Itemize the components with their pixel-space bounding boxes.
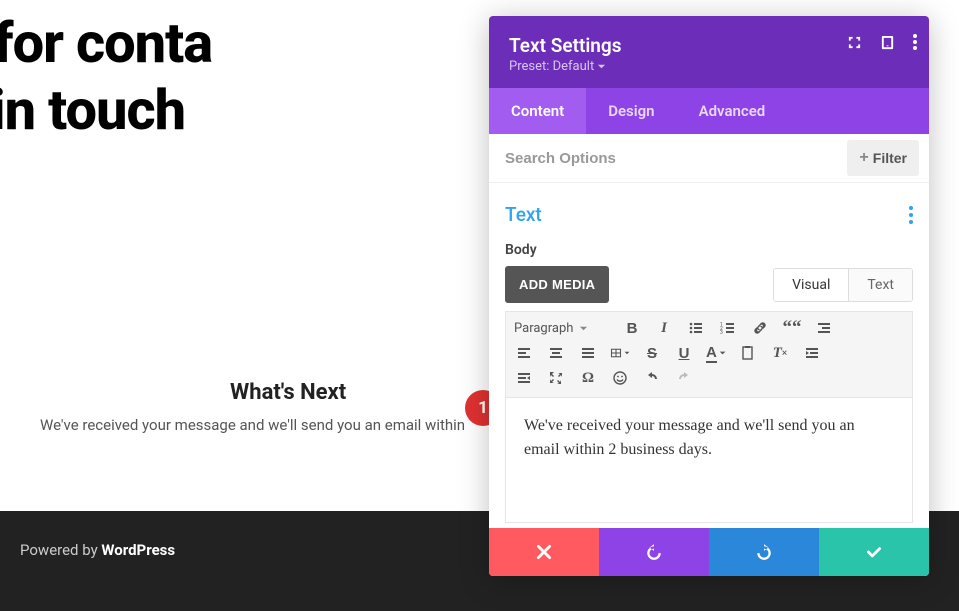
body-field-label: Body [505,242,913,258]
clear-formatting-button[interactable]: T× [770,343,790,363]
paragraph-label: Paragraph [514,321,573,336]
align-center-button[interactable] [546,343,566,363]
preset-label: Preset: Default [509,59,594,74]
settings-scroll[interactable]: Text Body ADD MEDIA Visual Text Paragrap… [489,183,929,528]
close-icon [535,543,553,561]
paragraph-selector[interactable]: Paragraph [514,321,610,336]
filter-label: Filter [873,150,907,166]
fullscreen-button[interactable] [546,368,566,388]
preset-selector[interactable]: Preset: Default [509,59,909,74]
underline-button[interactable]: U [674,343,694,363]
tab-design[interactable]: Design [586,88,676,134]
editor-mode-tabs: Visual Text [773,268,913,302]
chevron-down-icon [579,324,588,333]
blockquote-button[interactable]: ““ [782,318,802,338]
panel-header-actions [847,34,917,50]
heading-line-1: k you for conta [0,10,212,76]
editor-toolbar: Paragraph B I 123 ““ S U A T× [505,311,913,397]
search-input[interactable] [489,138,843,179]
emoji-button[interactable] [610,368,630,388]
special-char-button[interactable]: Ω [578,368,598,388]
expand-icon[interactable] [847,35,862,50]
save-button[interactable] [819,528,929,576]
page-heading: k you for conta 'll get in touch [0,10,500,144]
settings-tabs: Content Design Advanced [489,88,929,134]
section-text-title[interactable]: Text [505,203,913,226]
outdent-button[interactable] [514,368,534,388]
text-color-button[interactable]: A [706,343,726,363]
chevron-down-icon [719,349,726,357]
redo-button[interactable] [674,368,694,388]
strikethrough-button[interactable]: S [642,343,662,363]
body-editor[interactable]: We've received your message and we'll se… [505,397,913,523]
responsive-icon[interactable] [880,35,895,50]
align-justify-button[interactable] [578,343,598,363]
whats-next-heading: What's Next [230,380,346,405]
link-button[interactable] [750,318,770,338]
undo-button[interactable] [599,528,709,576]
add-media-button[interactable]: ADD MEDIA [505,266,609,303]
chevron-down-icon [597,62,606,71]
check-icon [865,543,883,561]
footer-brand: WordPress [101,541,175,559]
text-settings-panel: Text Settings Preset: Default Content De… [489,16,929,576]
italic-button[interactable]: I [654,318,674,338]
section-text-label: Text [505,203,542,226]
cancel-button[interactable] [489,528,599,576]
heading-line-2: 'll get in touch [0,77,185,143]
undo-icon [645,543,663,561]
more-options-icon[interactable] [913,34,917,50]
tab-content[interactable]: Content [489,88,586,134]
section-text-menu-icon[interactable] [909,206,913,224]
panel-header: Text Settings Preset: Default [489,16,929,88]
editor-tab-visual[interactable]: Visual [774,269,848,301]
editor-header-row: ADD MEDIA Visual Text [505,266,913,303]
numbered-list-button[interactable]: 123 [718,318,738,338]
redo-button[interactable] [709,528,819,576]
bullet-list-button[interactable] [686,318,706,338]
svg-text:3: 3 [720,330,723,336]
tab-advanced[interactable]: Advanced [677,88,788,134]
footer-prefix: Powered by [20,541,101,559]
chevron-down-icon [624,349,630,357]
undo-button[interactable] [642,368,662,388]
whats-next-subtext: We've received your message and we'll se… [40,416,465,434]
filter-button[interactable]: Filter [847,140,919,176]
align-right-button[interactable] [814,318,834,338]
paste-text-button[interactable] [738,343,758,363]
align-left-button[interactable] [514,343,534,363]
search-row: Filter [489,134,929,183]
panel-footer [489,528,929,576]
indent-button[interactable] [802,343,822,363]
bold-button[interactable]: B [622,318,642,338]
table-button[interactable] [610,343,630,363]
editor-tab-text[interactable]: Text [848,269,912,301]
redo-icon [755,543,773,561]
